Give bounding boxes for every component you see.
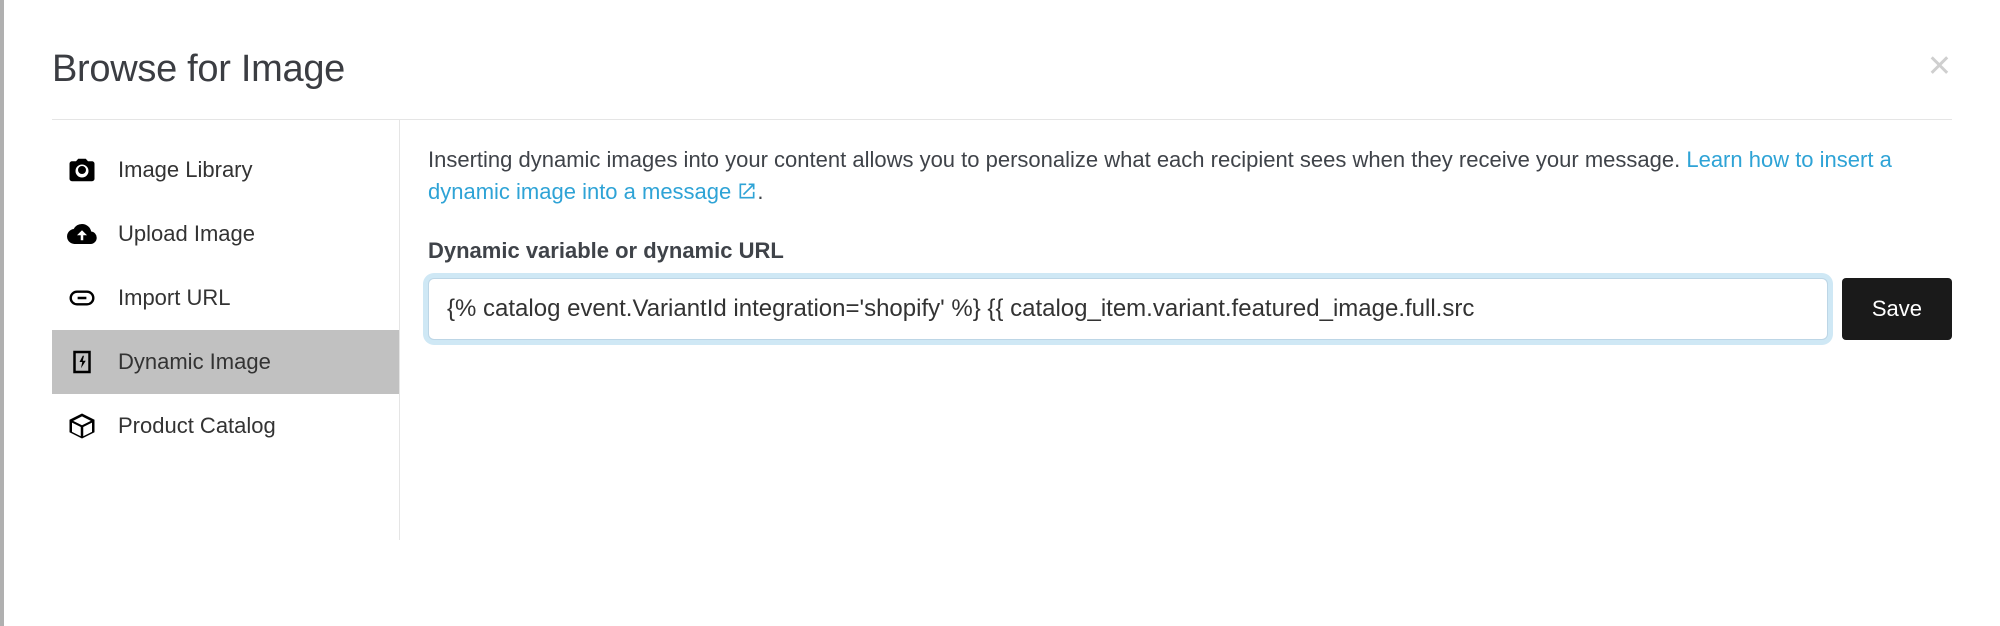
sidebar-item-import-url[interactable]: Import URL (52, 266, 399, 330)
save-button[interactable]: Save (1842, 278, 1952, 340)
sidebar-item-label: Upload Image (118, 221, 255, 247)
description-post: . (757, 179, 763, 204)
sidebar-item-product-catalog[interactable]: Product Catalog (52, 394, 399, 458)
external-link-icon (737, 178, 757, 210)
link-icon (66, 282, 98, 314)
sidebar-item-label: Import URL (118, 285, 230, 311)
description-pre: Inserting dynamic images into your conte… (428, 147, 1686, 172)
sidebar: Image Library Upload Image Import URL Dy… (52, 120, 400, 540)
lightning-file-icon (66, 346, 98, 378)
dynamic-url-input[interactable] (428, 278, 1828, 340)
sidebar-item-label: Product Catalog (118, 413, 276, 439)
sidebar-item-upload-image[interactable]: Upload Image (52, 202, 399, 266)
sidebar-item-label: Image Library (118, 157, 253, 183)
cloud-upload-icon (66, 218, 98, 250)
description-text: Inserting dynamic images into your conte… (428, 144, 1952, 210)
input-row: Save (428, 278, 1952, 340)
content-panel: Inserting dynamic images into your conte… (400, 120, 1952, 540)
sidebar-item-label: Dynamic Image (118, 349, 271, 375)
modal-header: Browse for Image ✕ (52, 0, 1952, 120)
sidebar-item-image-library[interactable]: Image Library (52, 138, 399, 202)
camera-icon (66, 154, 98, 186)
modal-title: Browse for Image (52, 48, 345, 91)
sidebar-item-dynamic-image[interactable]: Dynamic Image (52, 330, 399, 394)
close-icon: ✕ (1927, 50, 1952, 83)
box-icon (66, 410, 98, 442)
close-button[interactable]: ✕ (1927, 48, 1952, 82)
dynamic-url-label: Dynamic variable or dynamic URL (428, 238, 1952, 264)
